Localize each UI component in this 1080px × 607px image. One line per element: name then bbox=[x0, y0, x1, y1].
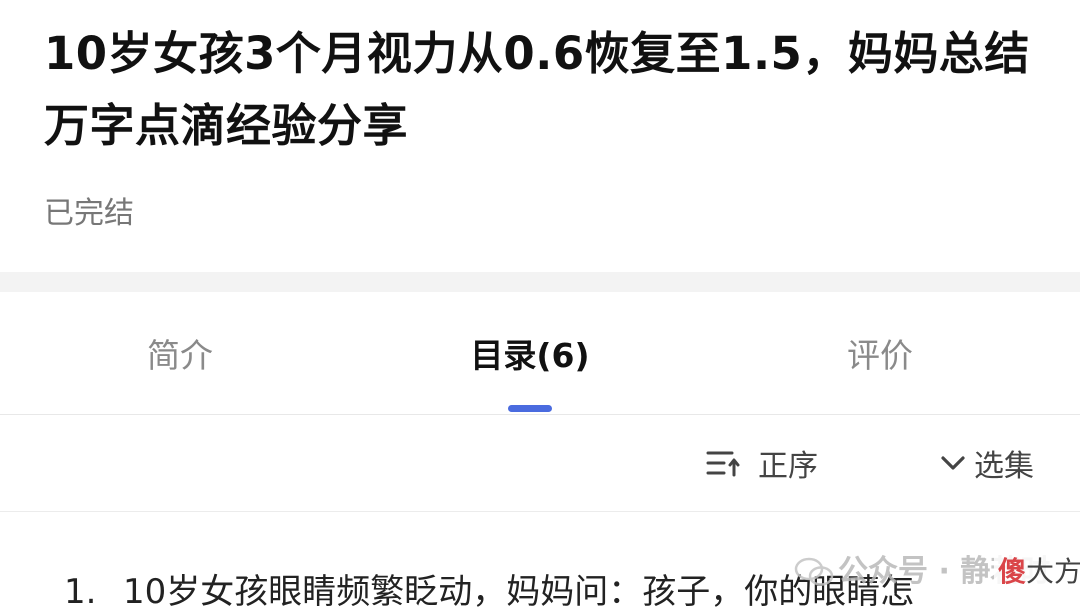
episode-select-button[interactable]: 选集 bbox=[940, 415, 1034, 511]
chapter-number: 1. bbox=[64, 572, 97, 607]
active-tab-indicator bbox=[508, 405, 552, 412]
watermark: 公众号 · 静若时 傻大方 bbox=[786, 548, 1080, 598]
sort-button[interactable]: 正序 bbox=[706, 415, 818, 511]
select-label: 选集 bbox=[974, 449, 1034, 484]
site-logo: 傻大方 bbox=[994, 554, 1080, 590]
ebook-detail-page: 10岁女孩3个月视力从0.6恢复至1.5，妈妈总结万字点滴经验分享 已完结 简介… bbox=[0, 0, 1080, 607]
completion-status: 已完结 bbox=[44, 196, 134, 231]
section-divider bbox=[0, 272, 1080, 292]
tab-reviews[interactable]: 评价 bbox=[700, 292, 1060, 414]
sort-label: 正序 bbox=[758, 449, 818, 484]
tab-catalog[interactable]: 目录(6) bbox=[350, 292, 710, 414]
tab-bar: 简介 目录(6) 评价 bbox=[0, 292, 1080, 415]
wechat-icon bbox=[794, 556, 834, 592]
book-header: 10岁女孩3个月视力从0.6恢复至1.5，妈妈总结万字点滴经验分享 已完结 bbox=[0, 0, 1080, 272]
sort-icon bbox=[706, 448, 740, 478]
catalog-toolbar: 正序 选集 bbox=[0, 415, 1080, 512]
chevron-down-icon bbox=[940, 453, 966, 473]
book-title: 10岁女孩3个月视力从0.6恢复至1.5，妈妈总结万字点滴经验分享 bbox=[44, 27, 1030, 152]
tab-intro[interactable]: 简介 bbox=[0, 292, 360, 414]
